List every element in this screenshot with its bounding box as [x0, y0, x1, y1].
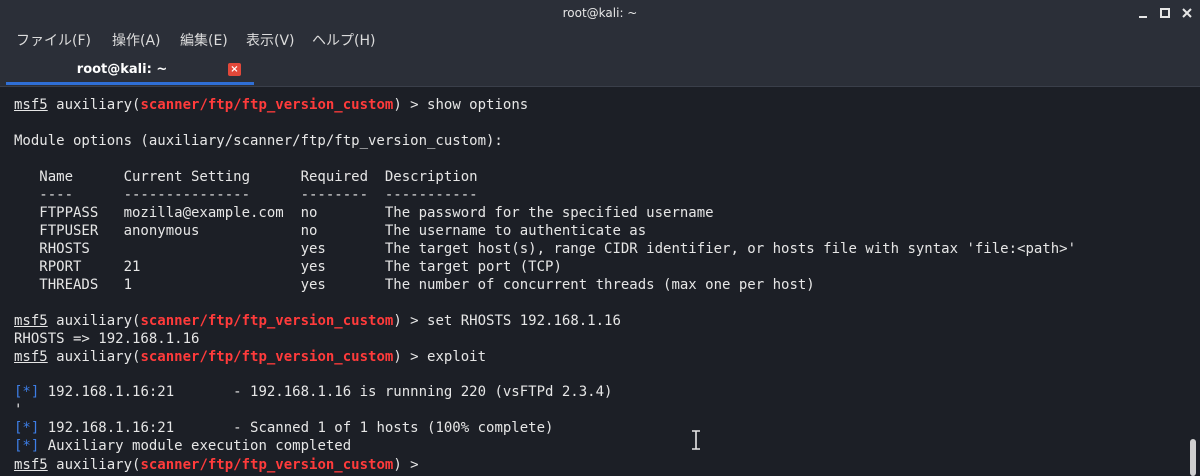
result-text: 192.168.1.16:21 - Scanned 1 of 1 hosts (…	[39, 420, 554, 436]
terminal-window: root@kali: ~ ファイル(F) 操作(A) 編集(E) 表示(V) ヘ…	[0, 0, 1200, 476]
tab-close-icon[interactable]: ×	[228, 63, 241, 76]
result-line-banner: [*] 192.168.1.16:21 - 192.168.1.16 is ru…	[14, 383, 612, 401]
text-cursor-icon	[690, 430, 702, 450]
prompt-line-current: msf5 auxiliary(scanner/ftp/ftp_version_c…	[14, 456, 427, 474]
option-row-rport: RPORT 21 yes The target port (TCP)	[14, 259, 562, 275]
prompt-aux-open: auxiliary(	[47, 97, 141, 113]
result-text: 192.168.1.16:21 - 192.168.1.16 is runnni…	[39, 384, 613, 400]
menu-help[interactable]: ヘルプ(H)	[312, 26, 375, 56]
prompt-close: ) >	[393, 457, 428, 473]
options-table-header: Name Current Setting Required Descriptio…	[14, 169, 478, 185]
command-show-options: show options	[427, 97, 529, 113]
prompt-line-exploit: msf5 auxiliary(scanner/ftp/ftp_version_c…	[14, 348, 486, 366]
prompt-close: ) >	[393, 97, 428, 113]
title-bar: root@kali: ~	[0, 0, 1200, 26]
option-row-rhosts: RHOSTS yes The target host(s), range CID…	[14, 241, 1077, 257]
menu-bar: ファイル(F) 操作(A) 編集(E) 表示(V) ヘルプ(H)	[0, 26, 1200, 56]
menu-view[interactable]: 表示(V)	[246, 26, 295, 56]
prompt-line-set-rhosts: msf5 auxiliary(scanner/ftp/ftp_version_c…	[14, 312, 621, 330]
prompt-aux-open: auxiliary(	[47, 349, 141, 365]
option-row-threads: THREADS 1 yes The number of concurrent t…	[14, 277, 815, 293]
msf-prompt: msf5	[14, 457, 48, 473]
prompt-aux-open: auxiliary(	[47, 457, 141, 473]
result-text: Auxiliary module execution completed	[39, 438, 352, 454]
tab-terminal[interactable]: root@kali: ~ ×	[6, 56, 254, 86]
tab-label: root@kali: ~	[76, 62, 168, 77]
result-line-tick: '	[14, 402, 23, 418]
tab-bar: root@kali: ~ ×	[0, 56, 1200, 87]
menu-edit[interactable]: 編集(E)	[180, 26, 228, 56]
prompt-module: scanner/ftp/ftp_version_custom	[140, 313, 394, 329]
msf-prompt: msf5	[14, 313, 48, 329]
terminal-output[interactable]: msf5 auxiliary(scanner/ftp/ftp_version_c…	[0, 87, 1186, 476]
command-exploit: exploit	[427, 349, 487, 365]
terminal-scrollbar[interactable]	[1186, 87, 1200, 476]
prompt-module: scanner/ftp/ftp_version_custom	[140, 97, 394, 113]
options-table-separator: ---- --------------- -------- ----------…	[14, 187, 478, 203]
module-options-header: Module options (auxiliary/scanner/ftp/ft…	[14, 133, 503, 149]
scrollbar-thumb[interactable]	[1190, 439, 1196, 476]
result-line-scanned: [*] 192.168.1.16:21 - Scanned 1 of 1 hos…	[14, 419, 553, 437]
prompt-module: scanner/ftp/ftp_version_custom	[140, 349, 394, 365]
rhosts-echo: RHOSTS => 192.168.1.16	[14, 331, 200, 347]
active-tab-indicator	[6, 82, 254, 85]
window-title: root@kali: ~	[562, 6, 638, 20]
msf-prompt: msf5	[14, 97, 48, 113]
option-row-ftpuser: FTPUSER anonymous no The username to aut…	[14, 223, 647, 239]
menu-action[interactable]: 操作(A)	[112, 26, 161, 56]
status-marker: [*]	[14, 438, 40, 454]
option-row-ftppass: FTPPASS mozilla@example.com no The passw…	[14, 205, 714, 221]
command-set-rhosts: set RHOSTS 192.168.1.16	[427, 313, 621, 329]
minimize-icon[interactable]	[1134, 4, 1152, 22]
status-marker: [*]	[14, 384, 40, 400]
menu-file[interactable]: ファイル(F)	[16, 26, 91, 56]
prompt-aux-open: auxiliary(	[47, 313, 141, 329]
prompt-line-show-options: msf5 auxiliary(scanner/ftp/ftp_version_c…	[14, 96, 528, 114]
msf-prompt: msf5	[14, 349, 48, 365]
prompt-close: ) >	[393, 313, 428, 329]
prompt-module: scanner/ftp/ftp_version_custom	[140, 457, 394, 473]
prompt-close: ) >	[393, 349, 428, 365]
result-line-completed: [*] Auxiliary module execution completed	[14, 437, 351, 455]
status-marker: [*]	[14, 420, 40, 436]
close-icon[interactable]	[1178, 4, 1196, 22]
maximize-icon[interactable]	[1156, 4, 1174, 22]
